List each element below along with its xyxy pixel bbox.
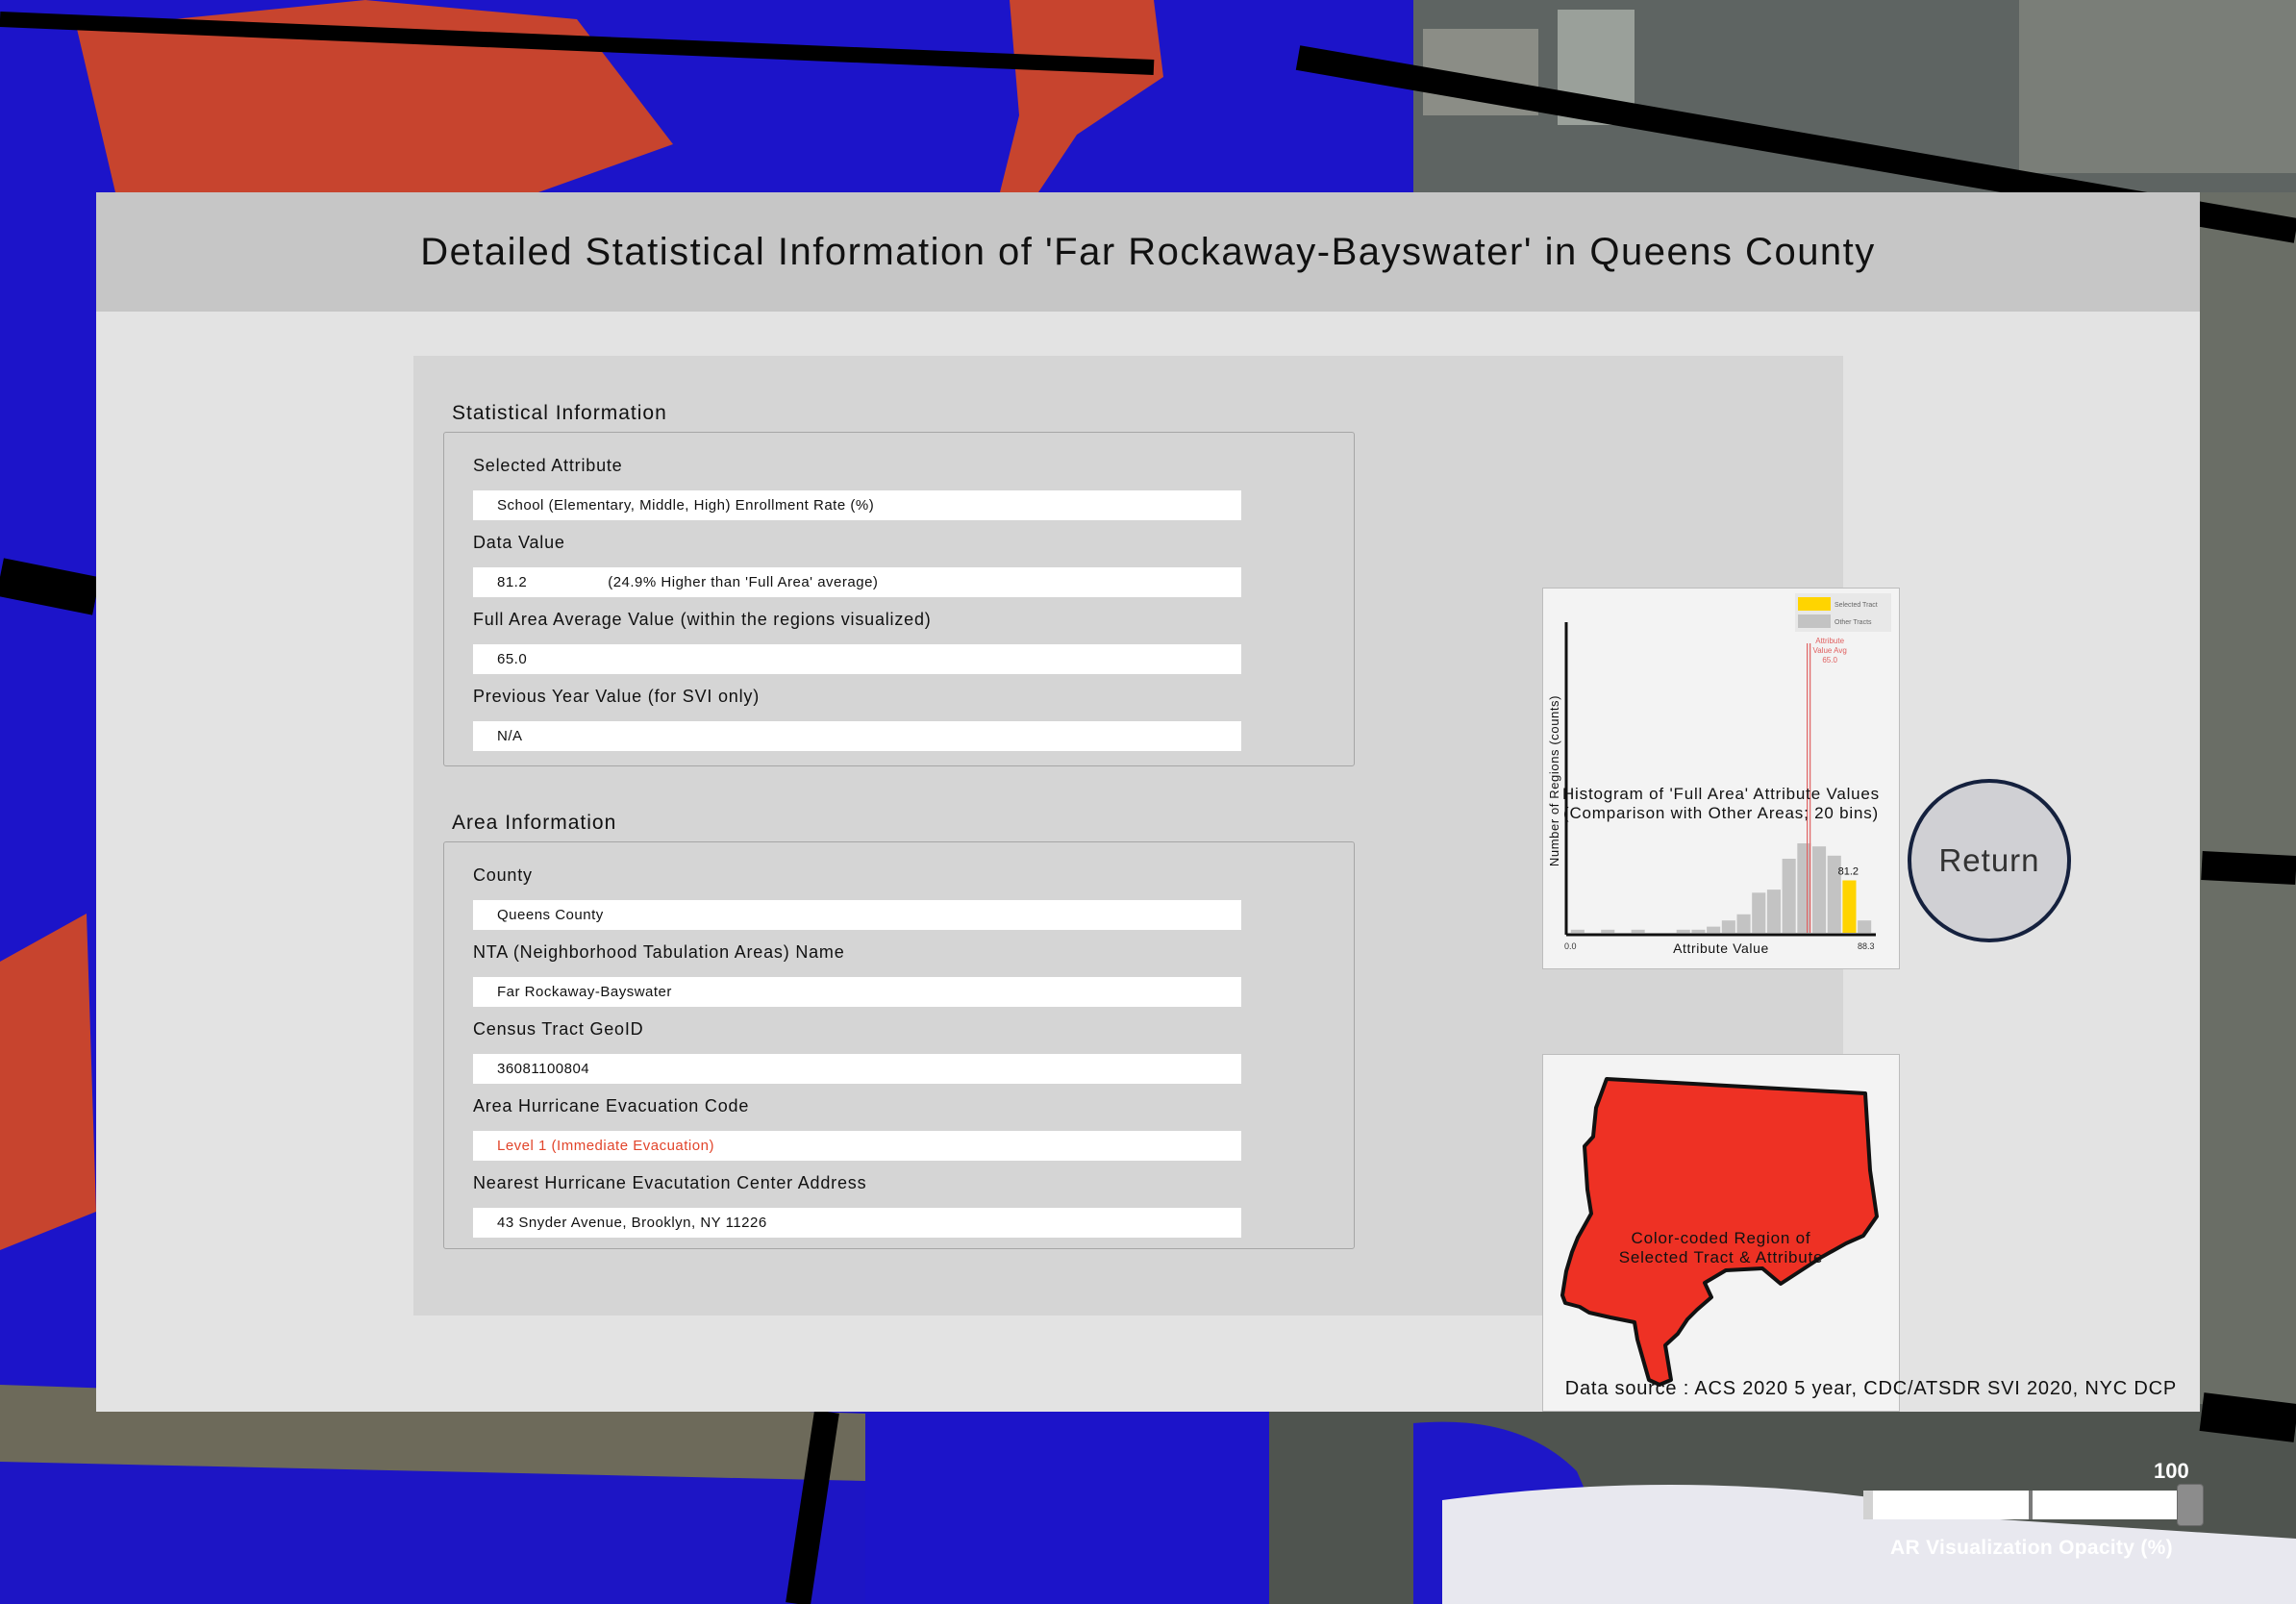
full-area-average-label: Full Area Average Value (within the regi…: [473, 610, 932, 629]
previous-year-label: Previous Year Value (for SVI only): [473, 687, 761, 706]
x-min-tick-label: 0.0: [1564, 941, 1577, 951]
area-info-title: Area Information: [452, 812, 617, 834]
evacuation-center-value: 43 Snyder Avenue, Brooklyn, NY 11226: [473, 1208, 1241, 1238]
county-value: Queens County: [473, 900, 1241, 930]
legend-label-other: Other Tracts: [1834, 619, 1872, 626]
selected-attribute-value: School (Elementary, Middle, High) Enroll…: [473, 490, 1241, 520]
data-value-field: 81.2 (24.9% Higher than 'Full Area' avera…: [473, 567, 1241, 597]
statistical-info-title: Statistical Information: [452, 402, 667, 424]
histogram-bar: [1570, 929, 1585, 933]
histogram-bar: [1766, 890, 1781, 933]
return-button-label: Return: [1938, 842, 2040, 878]
histogram-bar: [1736, 914, 1751, 933]
histogram-bar: [1691, 929, 1706, 933]
x-max-tick-label: 88.3: [1858, 941, 1875, 951]
nta-name-value: Far Rockaway-Bayswater: [473, 977, 1241, 1007]
histogram-bar: [1707, 926, 1721, 933]
opacity-slider-label: AR Visualization Opacity (%): [1890, 1537, 2173, 1559]
histogram-bar: [1782, 859, 1796, 933]
statistical-info-group: Selected Attribute School (Elementary, M…: [443, 432, 1355, 766]
average-annotation: 65.0: [1822, 656, 1837, 664]
histogram-bar: [1752, 892, 1766, 933]
legend-swatch-selected: [1798, 597, 1831, 611]
histogram-card: Attribute Value Avg 65.0 81.2 0.0 88.3 Att…: [1542, 588, 1900, 969]
opacity-max-label: 100: [2154, 1459, 2189, 1483]
average-annotation: Attribute: [1815, 637, 1844, 645]
opacity-slider-track[interactable]: [1863, 1491, 2202, 1519]
page-title: Detailed Statistical Information of 'Far…: [420, 230, 1876, 273]
y-axis-label: Number of Regions (counts): [1547, 695, 1561, 866]
histogram-legend: Selected Tract Other Tracts: [1795, 593, 1891, 632]
histogram-bar: [1676, 929, 1690, 933]
opacity-slider-thumb[interactable]: [2177, 1484, 2204, 1526]
census-tract-label: Census Tract GeoID: [473, 1019, 644, 1039]
panel-header: Detailed Statistical Information of 'Far…: [96, 192, 2200, 312]
data-value-label: Data Value: [473, 533, 565, 552]
histogram-bar-selected: [1842, 880, 1857, 933]
legend-swatch-other: [1798, 614, 1831, 628]
histogram-caption-line2: (Comparison with Other Areas; 20 bins): [1562, 804, 1880, 822]
selected-attribute-label: Selected Attribute: [473, 456, 623, 475]
opacity-slider-midpoint-tick: [2029, 1491, 2033, 1519]
full-area-average-value: 65.0: [473, 644, 1241, 674]
nta-name-label: NTA (Neighborhood Tabulation Areas) Name: [473, 942, 845, 962]
data-source-note: Data source : ACS 2020 5 year, CDC/ATSDR…: [1564, 1378, 2177, 1399]
selected-value-label: 81.2: [1838, 866, 1859, 878]
x-axis-label: Attribute Value: [1673, 940, 1769, 956]
previous-year-value: N/A: [473, 721, 1241, 751]
return-button[interactable]: Return: [1908, 779, 2071, 942]
histogram-bar: [1601, 929, 1615, 933]
map-caption-line1: Color-coded Region of: [1631, 1229, 1811, 1247]
map-caption: Color-coded Region of Selected Tract & A…: [1529, 1229, 1913, 1267]
histogram-bar: [1812, 846, 1827, 933]
census-tract-value: 36081100804: [473, 1054, 1241, 1084]
average-annotation: Value Avg: [1812, 646, 1846, 655]
histogram-bar: [1858, 920, 1872, 933]
data-value-comparison: (24.9% Higher than 'Full Area' average): [608, 574, 879, 590]
histogram-bar: [1631, 929, 1645, 933]
area-info-group: County Queens County NTA (Neighborhood T…: [443, 841, 1355, 1249]
evacuation-code-label: Area Hurricane Evacuation Code: [473, 1096, 750, 1115]
evacuation-center-label: Nearest Hurricane Evacutation Center Add…: [473, 1173, 867, 1192]
map-caption-line2: Selected Tract & Attribute: [1618, 1248, 1824, 1266]
county-label: County: [473, 865, 533, 885]
histogram-chart: AttributeValue Avg65.0 81.2 0.0 88.3 Att…: [1547, 593, 1891, 956]
evacuation-code-value: Level 1 (Immediate Evacuation): [473, 1131, 1241, 1161]
legend-label-selected: Selected Tract: [1834, 602, 1878, 609]
histogram-bar: [1797, 843, 1811, 933]
histogram-caption-line1: Histogram of 'Full Area' Attribute Value…: [1561, 785, 1880, 803]
histogram-bar: [1721, 920, 1735, 933]
detail-panel: Detailed Statistical Information of 'Far…: [96, 192, 2200, 1412]
histogram-caption: Histogram of 'Full Area' Attribute Value…: [1529, 785, 1913, 823]
data-value: 81.2: [497, 574, 528, 590]
